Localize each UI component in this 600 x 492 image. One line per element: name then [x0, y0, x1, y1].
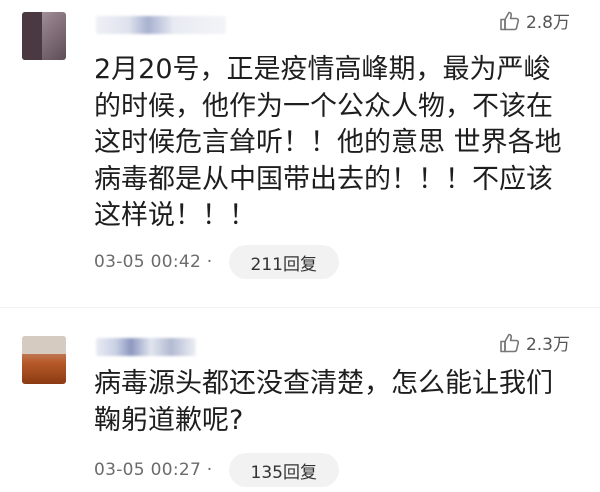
comment-meta: 03-05 00:42 · 211回复	[94, 245, 339, 279]
avatar[interactable]	[22, 12, 66, 60]
username-blurred[interactable]	[96, 16, 226, 34]
like-count: 2.3万	[525, 335, 570, 355]
reply-count-button[interactable]: 211回复	[228, 245, 339, 279]
avatar-shade	[22, 336, 66, 354]
username-blurred[interactable]	[96, 338, 196, 356]
comment-meta: 03-05 00:27 · 135回复	[94, 453, 339, 487]
comment-timestamp: 03-05 00:27 ·	[94, 460, 213, 480]
like-button[interactable]: 2.3万	[498, 330, 570, 355]
avatar[interactable]	[22, 336, 66, 384]
like-button[interactable]: 2.8万	[498, 8, 570, 33]
avatar-shade	[22, 12, 42, 60]
like-count: 2.8万	[525, 13, 570, 33]
comment-timestamp: 03-05 00:42 ·	[94, 252, 213, 272]
comment-text: 病毒源头都还没查清楚，怎么能让我们鞠躬道歉呢?	[94, 368, 553, 436]
thumbs-up-icon	[500, 11, 520, 30]
comment-list: 2.8万 2月20号，正是疫情高峰期，最为严峻的时候，他作为一个公众人物，不该在…	[0, 0, 600, 492]
divider	[0, 307, 600, 308]
comment-text: 2月20号，正是疫情高峰期，最为严峻的时候，他作为一个公众人物，不该在这时候危言…	[94, 54, 562, 231]
thumbs-up-icon	[500, 333, 520, 352]
reply-count-button[interactable]: 135回复	[228, 453, 339, 487]
